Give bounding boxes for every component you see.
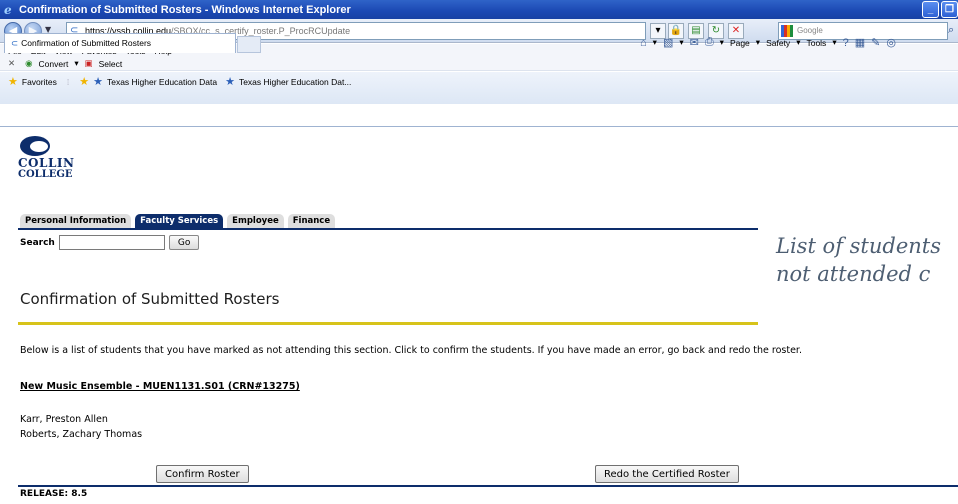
main-tabs: Personal Information Faculty Services Em… [20,214,336,228]
tab-finance[interactable]: Finance [287,214,336,228]
new-tab-button[interactable] [237,36,261,53]
gold-divider [18,322,758,325]
logo-mark-icon [20,136,50,156]
tab-page-icon: ⊂ [11,38,19,48]
browser-tab-active[interactable]: ⊂ Confirmation of Submitted Rosters [4,33,236,53]
favorites-button[interactable]: Favorites [22,77,57,87]
page-content: COLLIN COLLEGE Personal Information Facu… [0,127,958,504]
onenote-icon[interactable]: ◎ [886,36,896,49]
favorite-link-icon: ★ [225,76,235,88]
convert-dropdown-icon[interactable]: ▾ [74,58,78,69]
close-toolbar-icon[interactable]: ✕ [8,58,15,69]
go-button[interactable]: Go [168,235,200,250]
page-menu[interactable]: Page [730,38,750,48]
site-search: Search Go [20,235,200,250]
tabs-underline [18,228,758,230]
confirm-roster-button[interactable]: Confirm Roster [156,465,249,483]
tab-personal-information[interactable]: Personal Information [20,214,132,228]
pdf-toolbar: ✕ ◉ Convert ▾ ▣ Select [0,57,958,71]
list-item: Karr, Preston Allen [20,414,108,425]
restore-button[interactable]: ❐ [941,1,958,18]
collin-college-logo[interactable]: COLLIN COLLEGE [18,136,78,180]
select-button[interactable]: Select [99,59,123,69]
window-titlebar: e Confirmation of Submitted Rosters - Wi… [0,0,958,19]
release-label: RELEASE: 8.5 [20,489,88,499]
window-controls: _ ❐ [922,1,958,18]
list-item: Roberts, Zachary Thomas [20,429,143,440]
tab-employee[interactable]: Employee [227,214,284,228]
home-icon[interactable]: ⌂ [640,37,647,49]
window-title: Confirmation of Submitted Rosters - Wind… [19,3,351,16]
mail-icon[interactable]: ✉ [690,36,699,49]
select-icon: ▣ [84,58,93,68]
course-link[interactable]: New Music Ensemble - MUEN1131.S01 (CRN#1… [20,381,300,392]
tab-faculty-services[interactable]: Faculty Services [135,214,224,228]
convert-button[interactable]: Convert [39,59,69,69]
annotation-overlay: List of students not attended c [776,234,941,286]
redo-roster-button[interactable]: Redo the Certified Roster [595,465,739,483]
tools-menu[interactable]: Tools [806,38,826,48]
student-list: Karr, Preston Allen Roberts, Zachary Tho… [20,412,142,442]
logo-line-1: COLLIN [18,156,75,170]
messenger-icon[interactable]: ✎ [871,36,880,49]
add-favorite-icon[interactable]: ★ [79,75,89,88]
minimize-button[interactable]: _ [922,1,939,18]
search-label: Search [20,237,55,248]
favorite-link-1[interactable]: Texas Higher Education Data [107,77,217,87]
ie-logo-icon: e [4,2,12,17]
feeds-icon[interactable]: ▧ [663,36,673,49]
print-icon[interactable]: ⎙ [705,36,714,49]
convert-icon: ◉ [25,58,33,68]
search-icon[interactable]: ⌕ [948,23,954,37]
help-icon[interactable]: ? [843,37,849,49]
favorite-link-icon: ★ [93,76,103,88]
page-title: Confirmation of Submitted Rosters [20,290,280,308]
safety-menu[interactable]: Safety [766,38,790,48]
search-input[interactable] [58,235,165,250]
favorites-bar: ★ Favorites ⁞ ★ ★ Texas Higher Education… [0,72,958,104]
favorite-link-2[interactable]: Texas Higher Education Dat... [239,77,351,87]
footer-divider [18,485,958,487]
instructions-text: Below is a list of students that you hav… [20,345,802,356]
command-bar: ⌂ ▾ ▧ ▾ ✉ ⎙ ▾ Page ▾ Safety ▾ Tools ▾ ? ▦ ✎ ◎ [640,36,896,49]
research-icon[interactable]: ▦ [855,36,865,49]
logo-line-2: COLLEGE [18,169,73,180]
favorites-star-icon: ★ [8,76,18,88]
